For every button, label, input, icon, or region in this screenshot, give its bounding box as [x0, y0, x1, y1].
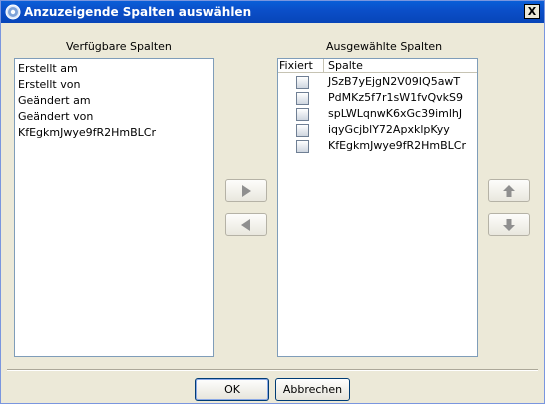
fixed-checkbox[interactable]: [296, 108, 309, 121]
column-name-cell: iqyGcjblY72ApxklpKyy: [328, 123, 450, 136]
arrow-down-icon: [503, 218, 515, 231]
available-list-item[interactable]: Geändert von: [18, 109, 93, 125]
fixed-column-header[interactable]: Fixiert: [278, 59, 324, 73]
add-column-button[interactable]: [225, 179, 267, 202]
available-list-item[interactable]: KfEgkmJwye9fR2HmBLCr: [18, 125, 156, 141]
available-list-item[interactable]: Erstellt von: [18, 77, 80, 93]
dialog-window: Anzuzeigende Spalten auswählen X Verfügb…: [0, 0, 545, 404]
window-globe-icon: [5, 4, 21, 20]
close-button[interactable]: X: [524, 4, 540, 19]
cancel-button[interactable]: Abbrechen: [275, 378, 350, 401]
remove-column-button[interactable]: [225, 213, 267, 236]
column-name-cell: KfEgkmJwye9fR2HmBLCr: [328, 139, 466, 152]
column-name-header[interactable]: Spalte: [324, 59, 477, 73]
column-name-cell: PdMKz5f7r1sW1fvQvkS9: [328, 91, 463, 104]
arrow-up-icon: [503, 184, 515, 197]
column-name-cell: JSzB7yEjgN2V09IQ5awT: [328, 75, 461, 88]
available-list-item[interactable]: Erstellt am: [18, 61, 78, 77]
divider: [7, 369, 538, 371]
arrow-left-icon: [241, 218, 250, 231]
arrow-right-icon: [242, 184, 251, 197]
column-name-cell: spLWLqnwK6xGc39imlhJ: [328, 107, 463, 120]
fixed-checkbox[interactable]: [296, 124, 309, 137]
fixed-checkbox[interactable]: [296, 76, 309, 89]
available-list-item[interactable]: Geändert am: [18, 93, 91, 109]
window-title: Anzuzeigende Spalten auswählen: [24, 5, 252, 19]
title-bar[interactable]: Anzuzeigende Spalten auswählen X: [1, 1, 544, 23]
available-columns-heading: Verfügbare Spalten: [66, 40, 172, 53]
selected-columns-heading: Ausgewählte Spalten: [326, 40, 443, 53]
selected-columns-table[interactable]: Fixiert Spalte JSzB7yEjgN2V09IQ5awT PdMK…: [277, 58, 478, 357]
move-up-button[interactable]: [488, 179, 530, 202]
ok-button[interactable]: OK: [195, 378, 269, 401]
fixed-checkbox[interactable]: [296, 140, 309, 153]
fixed-checkbox[interactable]: [296, 92, 309, 105]
close-icon: X: [527, 5, 537, 18]
move-down-button[interactable]: [488, 213, 530, 236]
available-columns-list[interactable]: Erstellt am Erstellt von Geändert am Geä…: [14, 58, 214, 357]
